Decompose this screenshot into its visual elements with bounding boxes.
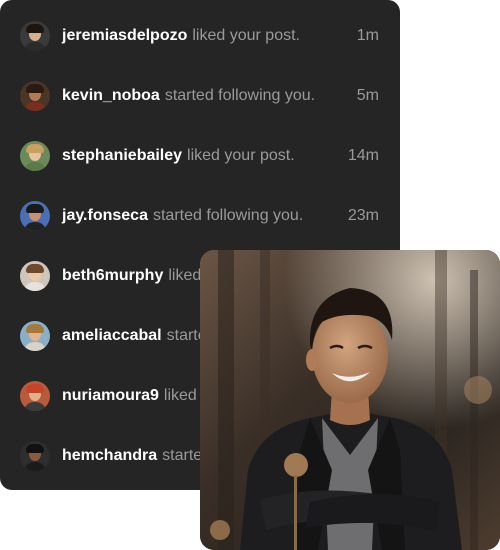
avatar-woman-light-icon[interactable]	[20, 261, 50, 291]
avatar-man-beard-icon[interactable]	[20, 81, 50, 111]
notification-item[interactable]: kevin_noboa started following you. 5m	[0, 66, 400, 126]
avatar-woman-blonde-icon[interactable]	[20, 141, 50, 171]
avatar-woman-hat-icon[interactable]	[20, 381, 50, 411]
notification-action: liked your post.	[192, 27, 300, 44]
notification-time: 1m	[356, 27, 379, 44]
profile-photo-card	[200, 250, 500, 550]
notification-item[interactable]: jeremiasdelpozo liked your post. 1m	[0, 6, 400, 66]
notification-action: started following you.	[164, 87, 316, 104]
avatar-man-dark-hair-icon[interactable]	[20, 21, 50, 51]
notification-username[interactable]: nuriamoura9	[62, 387, 159, 405]
notification-item[interactable]: stephaniebailey liked your post. 14m	[0, 126, 400, 186]
notification-time: 5m	[356, 87, 379, 104]
avatar-woman-curly-icon[interactable]	[20, 321, 50, 351]
stage: jeremiasdelpozo liked your post. 1m kevin_n…	[0, 0, 500, 550]
notification-username[interactable]: ameliaccabal	[62, 327, 162, 345]
notification-time: 23m	[347, 207, 379, 224]
notification-item[interactable]: jay.fonseca started following you. 23m	[0, 186, 400, 246]
notification-username[interactable]: beth6murphy	[62, 267, 163, 285]
notification-time: 14m	[347, 147, 379, 164]
notification-action: started following you.	[152, 207, 304, 224]
notification-username[interactable]: stephaniebailey	[62, 147, 182, 165]
notification-username[interactable]: jay.fonseca	[62, 207, 148, 225]
notification-username[interactable]: kevin_noboa	[62, 87, 160, 105]
notification-username[interactable]: hemchandra	[62, 447, 157, 465]
avatar-man-blue-bg-icon[interactable]	[20, 201, 50, 231]
avatar-man-dark-icon[interactable]	[20, 441, 50, 471]
notification-action: liked your post.	[187, 147, 295, 164]
notification-username[interactable]: jeremiasdelpozo	[62, 27, 187, 45]
smiling-man-photo-icon	[200, 250, 500, 550]
